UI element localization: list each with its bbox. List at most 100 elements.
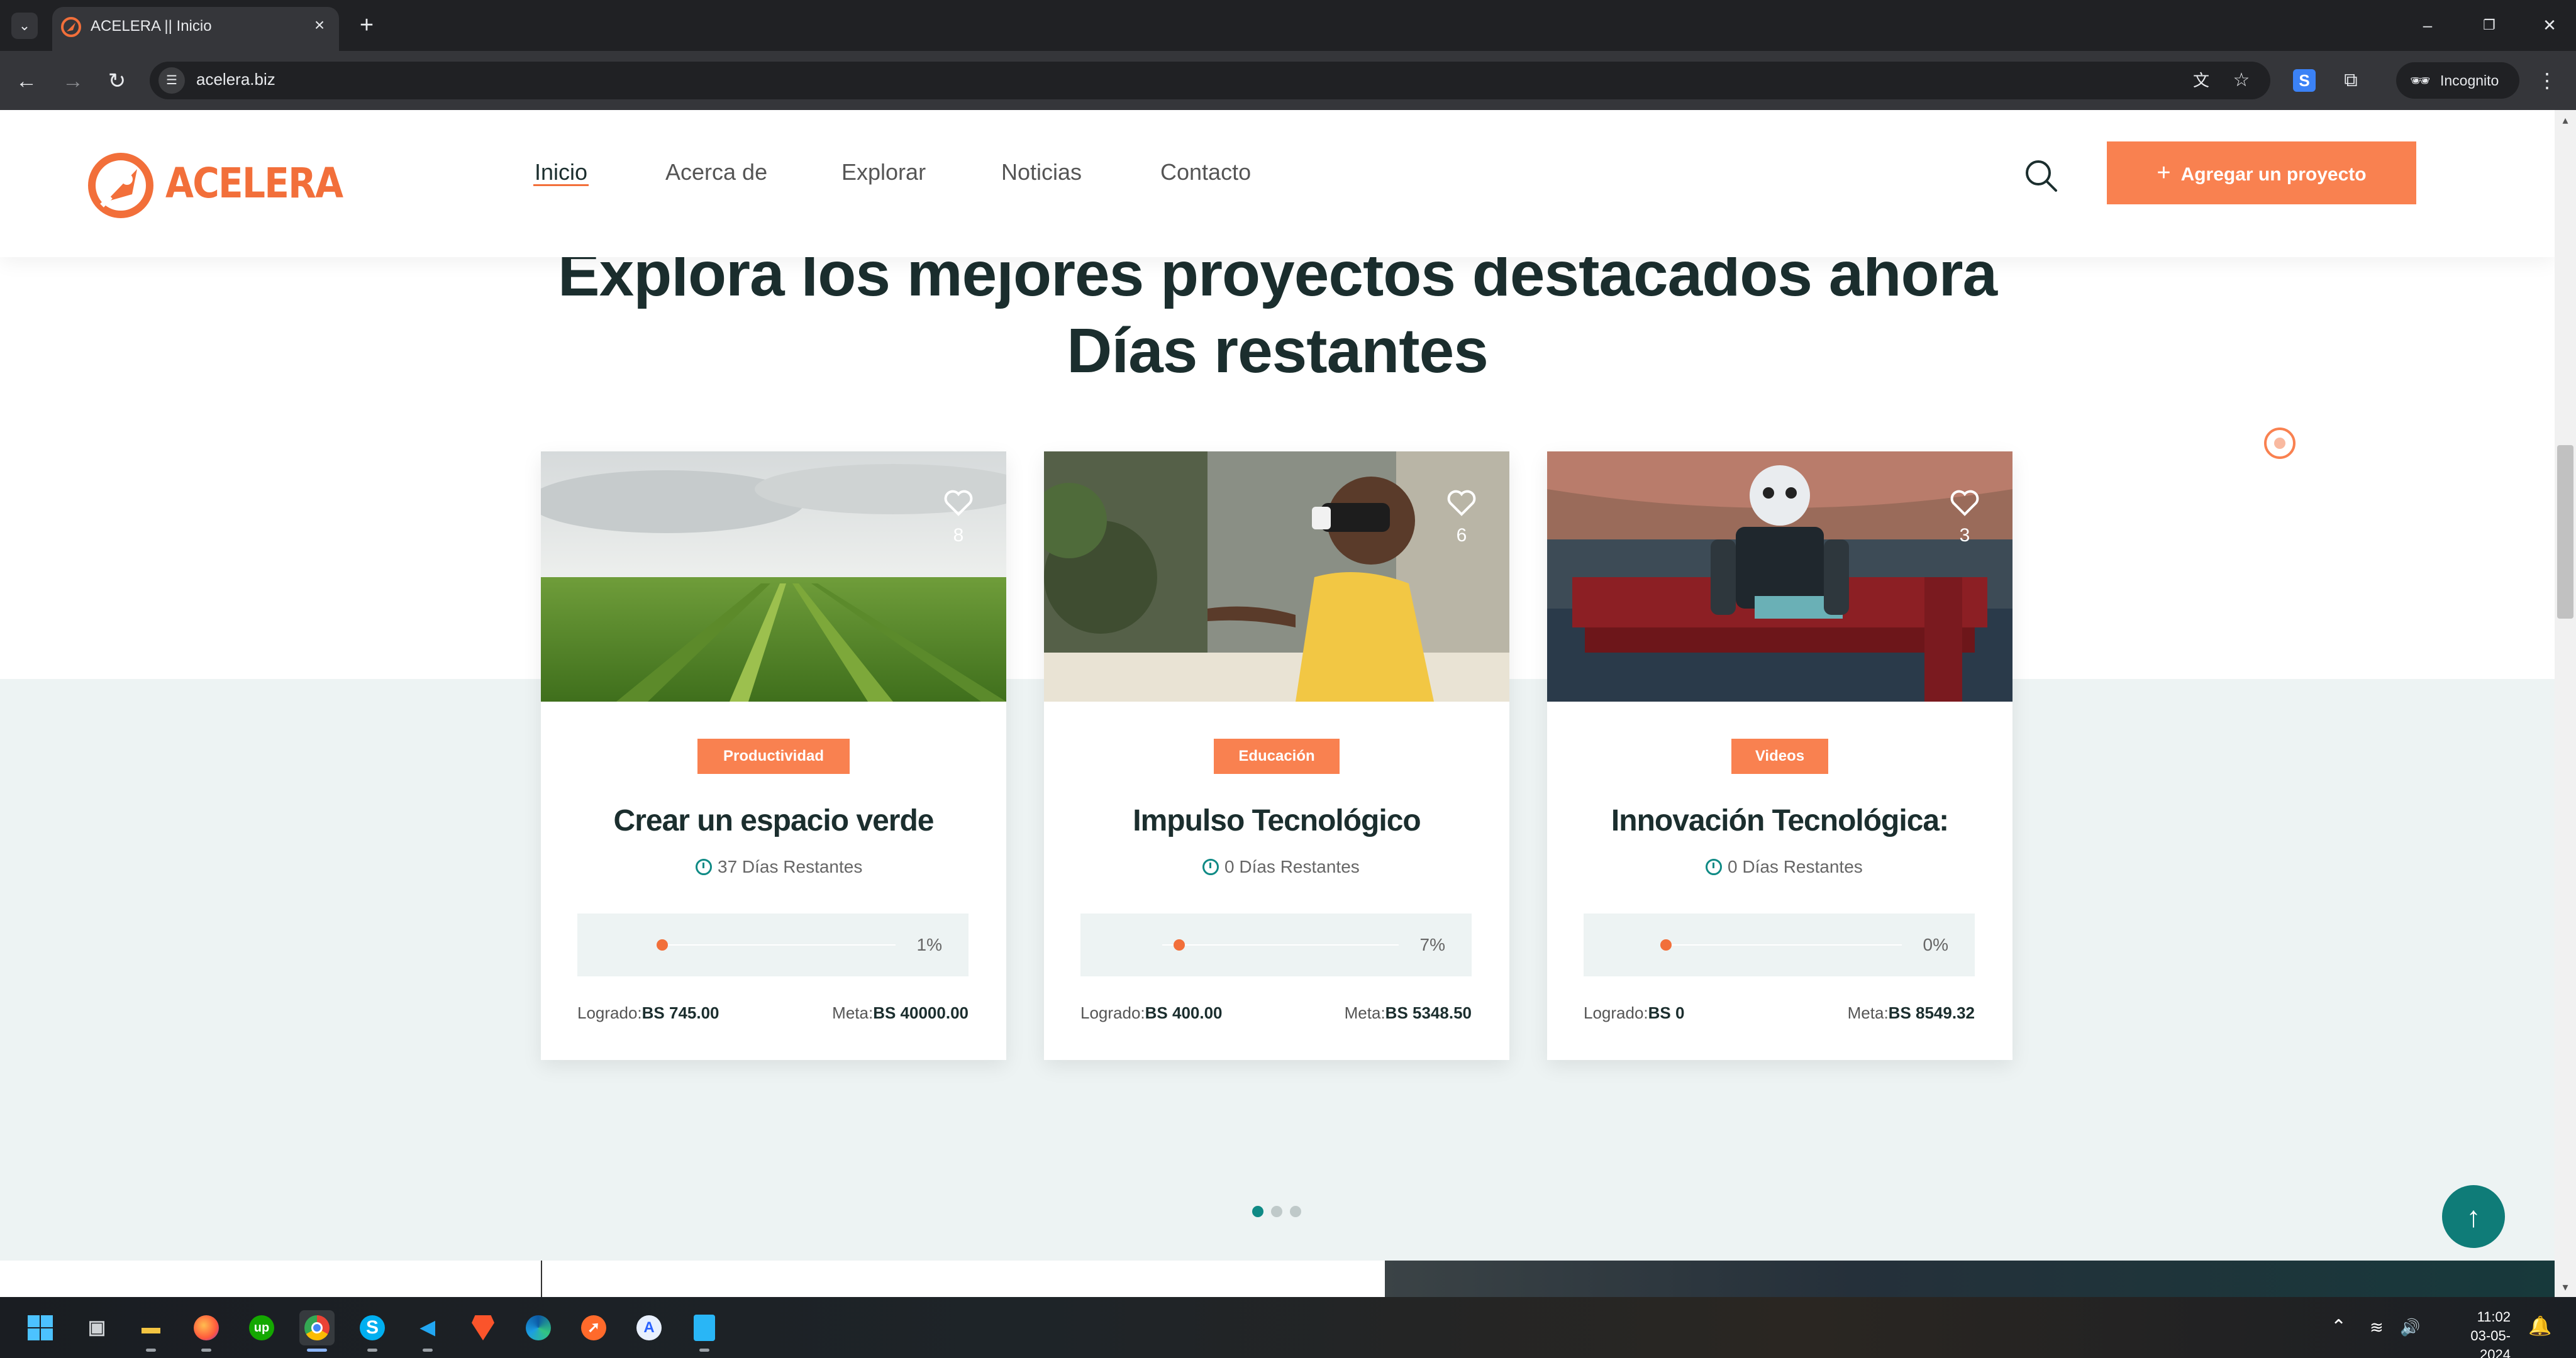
close-window-icon[interactable]: ✕ xyxy=(2531,11,2568,39)
next-section xyxy=(0,1261,1385,1297)
upwork-label: up xyxy=(249,1315,274,1340)
raised-value: BS 0 xyxy=(1648,1003,1685,1022)
brave-icon[interactable] xyxy=(465,1310,501,1345)
heart-icon[interactable] xyxy=(943,489,974,517)
project-title[interactable]: Crear un espacio verde xyxy=(541,803,1006,838)
running-indicator xyxy=(699,1349,709,1352)
project-image-robot xyxy=(1547,451,2012,702)
chrome-logo-icon xyxy=(304,1315,330,1340)
project-title[interactable]: Innovación Tecnológica: xyxy=(1547,803,2012,838)
nav-noticias[interactable]: Noticias xyxy=(1001,159,1082,185)
progress-knob xyxy=(1174,939,1185,951)
nav-inicio[interactable]: Inicio xyxy=(535,159,587,185)
puzzle-icon[interactable]: ⧉ xyxy=(2336,65,2366,96)
android-studio-icon[interactable]: A xyxy=(631,1310,667,1345)
like-count: 3 xyxy=(1959,525,1970,546)
scroll-to-top-button[interactable]: ↑ xyxy=(2442,1185,2505,1248)
page-scrollbar[interactable] xyxy=(2555,110,2576,1297)
incognito-icon: 🕶 xyxy=(2410,71,2431,90)
heart-icon[interactable] xyxy=(1950,489,1980,517)
goal-value: BS 8549.32 xyxy=(1888,1003,1975,1022)
scrollbar-thumb[interactable] xyxy=(2557,445,2573,619)
back-icon[interactable]: ← xyxy=(11,66,42,96)
nav-contacto[interactable]: Contacto xyxy=(1160,159,1251,185)
goal-label: Meta: xyxy=(832,1003,874,1022)
category-badge[interactable]: Productividad xyxy=(697,739,850,774)
category-badge[interactable]: Educación xyxy=(1214,739,1340,774)
carousel-dot[interactable] xyxy=(1271,1206,1282,1217)
edge-icon[interactable] xyxy=(521,1310,556,1345)
notification-bell-icon[interactable]: 🔔 xyxy=(2528,1315,2551,1337)
running-indicator xyxy=(367,1349,377,1352)
project-card[interactable]: 6 Educación Impulso Tecnológico 0 Días R… xyxy=(1044,451,1509,1060)
upwork-icon[interactable]: up xyxy=(244,1310,279,1345)
extension-s-icon[interactable]: S xyxy=(2289,65,2319,96)
heart-icon[interactable] xyxy=(1446,489,1477,517)
url-text[interactable]: acelera.biz xyxy=(196,70,275,89)
windows-start-icon[interactable] xyxy=(23,1310,58,1345)
translate-icon[interactable]: 文 xyxy=(2186,65,2216,96)
category-badge[interactable]: Videos xyxy=(1731,739,1828,774)
raised-amount: Logrado:BS 745.00 xyxy=(577,1003,719,1023)
folder-icon[interactable]: ▬ xyxy=(133,1310,169,1345)
nav-acerca-de[interactable]: Acerca de xyxy=(665,159,767,185)
scroll-down-icon[interactable]: ▾ xyxy=(2557,1279,2573,1295)
compass-glyph-icon: ➚ xyxy=(581,1315,606,1340)
notepad-icon[interactable] xyxy=(687,1310,722,1345)
carousel-dot[interactable] xyxy=(1252,1206,1263,1217)
progress-track xyxy=(1665,944,1902,946)
site-info-icon[interactable]: ☰ xyxy=(158,67,185,94)
carousel-dot[interactable] xyxy=(1290,1206,1301,1217)
address-bar[interactable] xyxy=(150,62,2270,99)
project-title[interactable]: Impulso Tecnológico xyxy=(1044,803,1509,838)
firefox-icon[interactable] xyxy=(189,1310,224,1345)
vscode-icon[interactable]: ◀ xyxy=(410,1310,445,1345)
site-header: ACELERA Inicio Acerca de Explorar Notici… xyxy=(0,110,2555,257)
system-clock[interactable]: 11:02 03-05-2024 xyxy=(2441,1308,2511,1358)
progress-percent: 7% xyxy=(1419,935,1445,954)
scroll-up-icon[interactable]: ▴ xyxy=(2557,112,2573,128)
notepad-glyph-icon xyxy=(694,1315,715,1341)
restore-icon[interactable]: ❐ xyxy=(2470,11,2508,39)
search-icon[interactable] xyxy=(2021,155,2061,196)
chrome-center-icon xyxy=(311,1322,323,1333)
skype-label: S xyxy=(360,1315,385,1340)
forward-icon[interactable]: → xyxy=(58,66,88,96)
android-studio-glyph-icon: A xyxy=(636,1315,662,1340)
star-icon[interactable]: ☆ xyxy=(2226,65,2257,96)
wifi-icon[interactable]: ≋ xyxy=(2370,1311,2384,1343)
project-card[interactable]: 8 Productividad Crear un espacio verde 3… xyxy=(541,451,1006,1060)
raised-value: BS 400.00 xyxy=(1145,1003,1223,1022)
progress-knob xyxy=(1660,939,1672,951)
minimize-icon[interactable]: – xyxy=(2409,11,2446,39)
menu-icon[interactable]: ⋮ xyxy=(2534,65,2560,96)
plus-icon[interactable]: + xyxy=(353,13,380,39)
tab-list-icon[interactable]: ⌄ xyxy=(11,13,38,39)
add-project-button[interactable]: + Agregar un proyecto xyxy=(2107,141,2416,204)
section-title: Explora los mejores proyectos destacados… xyxy=(491,236,2064,389)
days-remaining: 0 Días Restantes xyxy=(1728,857,1863,876)
chrome-icon[interactable] xyxy=(299,1310,335,1345)
plus-icon: + xyxy=(2157,160,2171,186)
running-indicator xyxy=(201,1349,211,1352)
nav-explorar[interactable]: Explorar xyxy=(841,159,926,185)
rocket-logo-icon[interactable] xyxy=(83,148,158,223)
acelera-favicon-icon xyxy=(61,17,81,37)
next-section-image xyxy=(1385,1261,2555,1297)
logo-text[interactable]: ACELERA xyxy=(165,159,343,207)
brave-logo-icon xyxy=(472,1315,494,1340)
clock-time: 11:02 xyxy=(2477,1309,2511,1325)
volume-icon[interactable]: 🔊 xyxy=(2400,1311,2420,1343)
close-icon[interactable]: × xyxy=(308,14,331,36)
compass-icon[interactable]: ➚ xyxy=(576,1310,611,1345)
chevron-up-icon[interactable]: ⌃ xyxy=(2331,1311,2346,1343)
file-explorer-app-icon[interactable]: ▣ xyxy=(79,1310,114,1345)
skype-icon[interactable]: S xyxy=(355,1310,390,1345)
goal-amount: Meta:BS 5348.50 xyxy=(1345,1003,1472,1023)
project-card[interactable]: 3 Videos Innovación Tecnológica: 0 Días … xyxy=(1547,451,2012,1060)
extension-s-label: S xyxy=(2293,69,2316,92)
goal-label: Meta: xyxy=(1847,1003,1889,1022)
reload-icon[interactable]: ↻ xyxy=(102,66,132,96)
browser-tab-bar xyxy=(0,0,2576,51)
progress-track xyxy=(659,944,896,946)
